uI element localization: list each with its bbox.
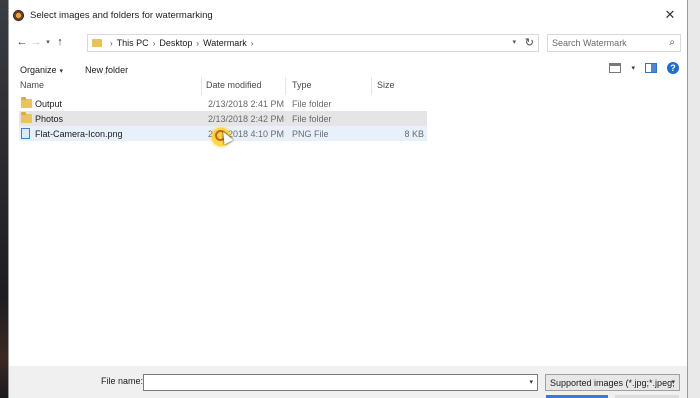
app-icon bbox=[13, 10, 24, 21]
list-item[interactable]: Output 2/13/2018 2:41 PM File folder bbox=[19, 96, 427, 111]
breadcrumb-desktop[interactable]: Desktop bbox=[159, 38, 192, 48]
search-input[interactable]: Search Watermark ⌕ bbox=[547, 34, 681, 52]
help-icon[interactable]: ? bbox=[667, 62, 679, 74]
file-name-input[interactable]: ▾ bbox=[143, 374, 538, 391]
view-options-dropdown-icon[interactable]: ▾ bbox=[631, 64, 635, 72]
footer-bar: File name: ▾ Supported images (*.jpg;*.j… bbox=[9, 366, 687, 398]
folder-icon bbox=[92, 39, 102, 47]
breadcrumb-separator-icon[interactable]: › bbox=[196, 39, 199, 48]
image-file-icon bbox=[21, 128, 30, 139]
refresh-icon[interactable]: ↻ bbox=[525, 36, 534, 49]
change-view-icon[interactable] bbox=[609, 63, 622, 73]
column-header-date-modified[interactable]: Date modified bbox=[206, 80, 262, 90]
up-folder-icon[interactable]: ↑ bbox=[53, 34, 67, 50]
column-divider[interactable] bbox=[285, 77, 286, 95]
file-type: File folder bbox=[292, 98, 332, 109]
desktop-background bbox=[0, 0, 8, 398]
forward-icon[interactable]: → bbox=[29, 34, 43, 50]
recent-locations-dropdown-icon[interactable]: ▾ bbox=[43, 38, 53, 46]
desktop-background-right bbox=[688, 0, 700, 398]
title-bar: Select images and folders for watermarki… bbox=[9, 0, 687, 31]
sort-indicator-icon: ^ bbox=[104, 72, 108, 79]
folder-icon bbox=[21, 112, 32, 123]
folder-icon bbox=[21, 97, 32, 108]
address-dropdown-icon[interactable]: ▾ bbox=[512, 38, 516, 46]
file-name: Output bbox=[35, 98, 63, 109]
file-size: 8 KB bbox=[404, 128, 424, 139]
file-name: Photos bbox=[35, 113, 64, 124]
breadcrumb-separator-icon[interactable]: › bbox=[251, 39, 254, 48]
file-date: 2/13/2018 2:41 PM bbox=[208, 98, 285, 109]
breadcrumb-this-pc[interactable]: This PC bbox=[117, 38, 149, 48]
column-header-type[interactable]: Type bbox=[292, 80, 312, 90]
organize-label: Organize bbox=[20, 65, 57, 75]
column-divider[interactable] bbox=[201, 77, 202, 95]
file-name: Flat-Camera-Icon.png bbox=[35, 128, 123, 139]
file-type: File folder bbox=[292, 113, 332, 124]
breadcrumb-separator-icon[interactable]: › bbox=[153, 39, 156, 48]
back-icon[interactable]: ← bbox=[15, 34, 29, 50]
breadcrumb-separator-icon[interactable]: › bbox=[110, 39, 113, 48]
column-divider[interactable] bbox=[371, 77, 372, 95]
file-type-filter-select[interactable]: Supported images (*.jpg;*.jpeg; ▾ bbox=[545, 374, 680, 391]
search-icon[interactable]: ⌕ bbox=[669, 37, 675, 48]
file-name-label: File name: bbox=[101, 376, 144, 386]
column-header-size[interactable]: Size bbox=[377, 80, 395, 90]
file-open-dialog: Select images and folders for watermarki… bbox=[8, 0, 688, 398]
file-type-filter-value: Supported images (*.jpg;*.jpeg; bbox=[550, 378, 675, 388]
chevron-down-icon: ▾ bbox=[59, 68, 64, 75]
column-header-name[interactable]: Name bbox=[20, 80, 44, 90]
close-icon[interactable]: ✕ bbox=[663, 8, 677, 22]
list-item[interactable]: Photos 2/13/2018 2:42 PM File folder bbox=[19, 111, 427, 126]
preview-pane-icon[interactable] bbox=[645, 63, 657, 73]
breadcrumb-watermark[interactable]: Watermark bbox=[203, 38, 247, 48]
column-header-row: ^ Name Date modified Type Size bbox=[9, 72, 687, 95]
file-type: PNG File bbox=[292, 128, 329, 139]
dialog-title: Select images and folders for watermarki… bbox=[30, 10, 213, 21]
file-date: 2/13/2018 2:42 PM bbox=[208, 113, 285, 124]
chevron-down-icon[interactable]: ▾ bbox=[529, 378, 533, 386]
view-controls: ▾ ? bbox=[609, 62, 679, 74]
navigation-bar: ← → ▾ ↑ › This PC › Desktop › Watermark … bbox=[9, 31, 687, 53]
chevron-down-icon: ▾ bbox=[671, 379, 675, 386]
search-placeholder: Search Watermark bbox=[552, 38, 627, 48]
organize-button[interactable]: Organize ▾ bbox=[20, 65, 63, 75]
address-bar[interactable]: › This PC › Desktop › Watermark › ▾ ↻ bbox=[87, 34, 539, 52]
